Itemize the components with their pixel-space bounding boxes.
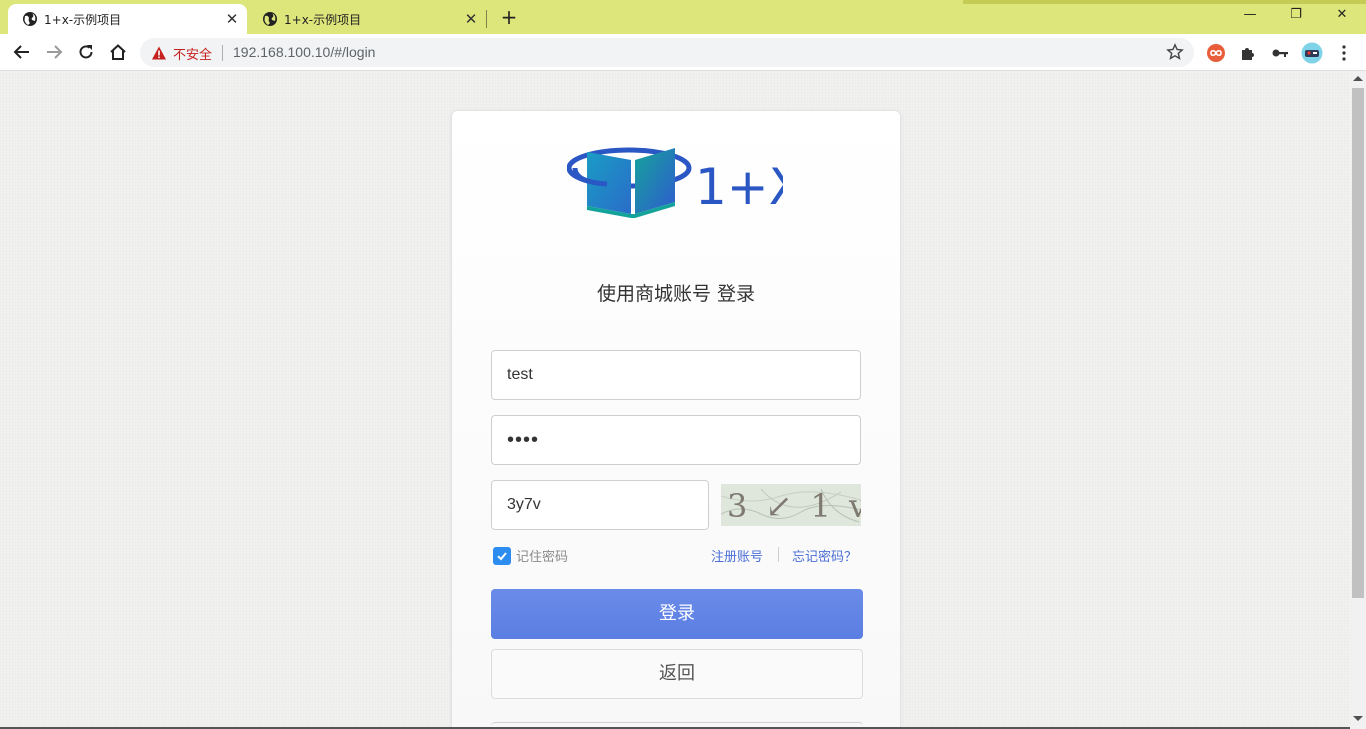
login-button[interactable]: 登录	[491, 589, 863, 639]
menu-kebab-icon[interactable]	[1333, 42, 1355, 64]
captcha-image[interactable]: 3 ↙ 1 v	[721, 484, 861, 526]
address-divider	[222, 45, 223, 61]
security-status[interactable]: 不安全	[173, 44, 212, 63]
restore-button[interactable]: ❐	[1276, 4, 1316, 26]
extension-infinity-icon[interactable]	[1205, 42, 1227, 64]
tab-inactive[interactable]: 1+x-示例项目 ✕	[248, 4, 486, 34]
scroll-up-arrow-icon[interactable]	[1353, 76, 1363, 81]
close-window-button[interactable]: ✕	[1322, 4, 1362, 26]
login-title: 使用商城账号 登录	[596, 283, 756, 305]
plus-icon[interactable]: +	[498, 6, 520, 28]
home-icon[interactable]	[104, 38, 132, 66]
profile-avatar[interactable]	[1301, 42, 1323, 64]
extensions-puzzle-icon[interactable]	[1237, 42, 1259, 64]
tab-title: 1+x-示例项目	[284, 13, 362, 27]
forgot-password-link[interactable]: 忘记密码？	[792, 546, 857, 565]
tab-active[interactable]: 1+x-示例项目 ✕	[8, 4, 247, 34]
back-button[interactable]: 返回	[491, 649, 863, 699]
remember-checkbox[interactable]	[493, 546, 511, 565]
reload-icon[interactable]	[72, 38, 100, 66]
minimize-button[interactable]: —	[1230, 4, 1270, 26]
tab-close-icon[interactable]: ✕	[462, 10, 480, 28]
forward-arrow-icon[interactable]	[40, 38, 68, 66]
warning-icon	[152, 46, 166, 60]
globe-icon	[263, 12, 277, 26]
tab-strip: 1+x-示例项目 ✕ 1+x-示例项目 ✕ + — ❐ ✕	[0, 0, 1366, 34]
password-input[interactable]: ••••	[491, 415, 861, 465]
tab-title: 1+x-示例项目	[44, 13, 122, 27]
tab-separator	[486, 10, 487, 28]
url-text[interactable]: 192.168.100.10/#/login	[233, 44, 375, 60]
remember-label: 记住密码	[516, 550, 569, 565]
username-input[interactable]: test	[491, 350, 861, 400]
tab-close-icon[interactable]: ✕	[223, 10, 241, 28]
browser-toolbar: 不安全 192.168.100.10/#/login	[0, 34, 1366, 71]
captcha-input[interactable]: 3y7v	[491, 480, 709, 530]
key-icon[interactable]	[1269, 42, 1291, 64]
logo-text: 1+X	[695, 158, 783, 216]
bookmark-star-icon[interactable]	[1166, 43, 1184, 61]
scrollbar-thumb[interactable]	[1352, 88, 1364, 598]
svg-text:3 ↙ 1 v: 3 ↙ 1 v	[727, 487, 861, 525]
remember-password[interactable]: 记住密码	[493, 546, 568, 565]
back-arrow-icon[interactable]	[8, 38, 36, 66]
address-bar[interactable]: 不安全 192.168.100.10/#/login	[140, 38, 1194, 67]
link-divider	[778, 547, 779, 562]
scroll-down-arrow-icon[interactable]	[1353, 716, 1363, 721]
checkmark-icon	[497, 551, 507, 560]
globe-icon	[23, 12, 37, 26]
register-link[interactable]: 注册账号	[711, 546, 763, 565]
logo: 1+X	[567, 147, 783, 218]
